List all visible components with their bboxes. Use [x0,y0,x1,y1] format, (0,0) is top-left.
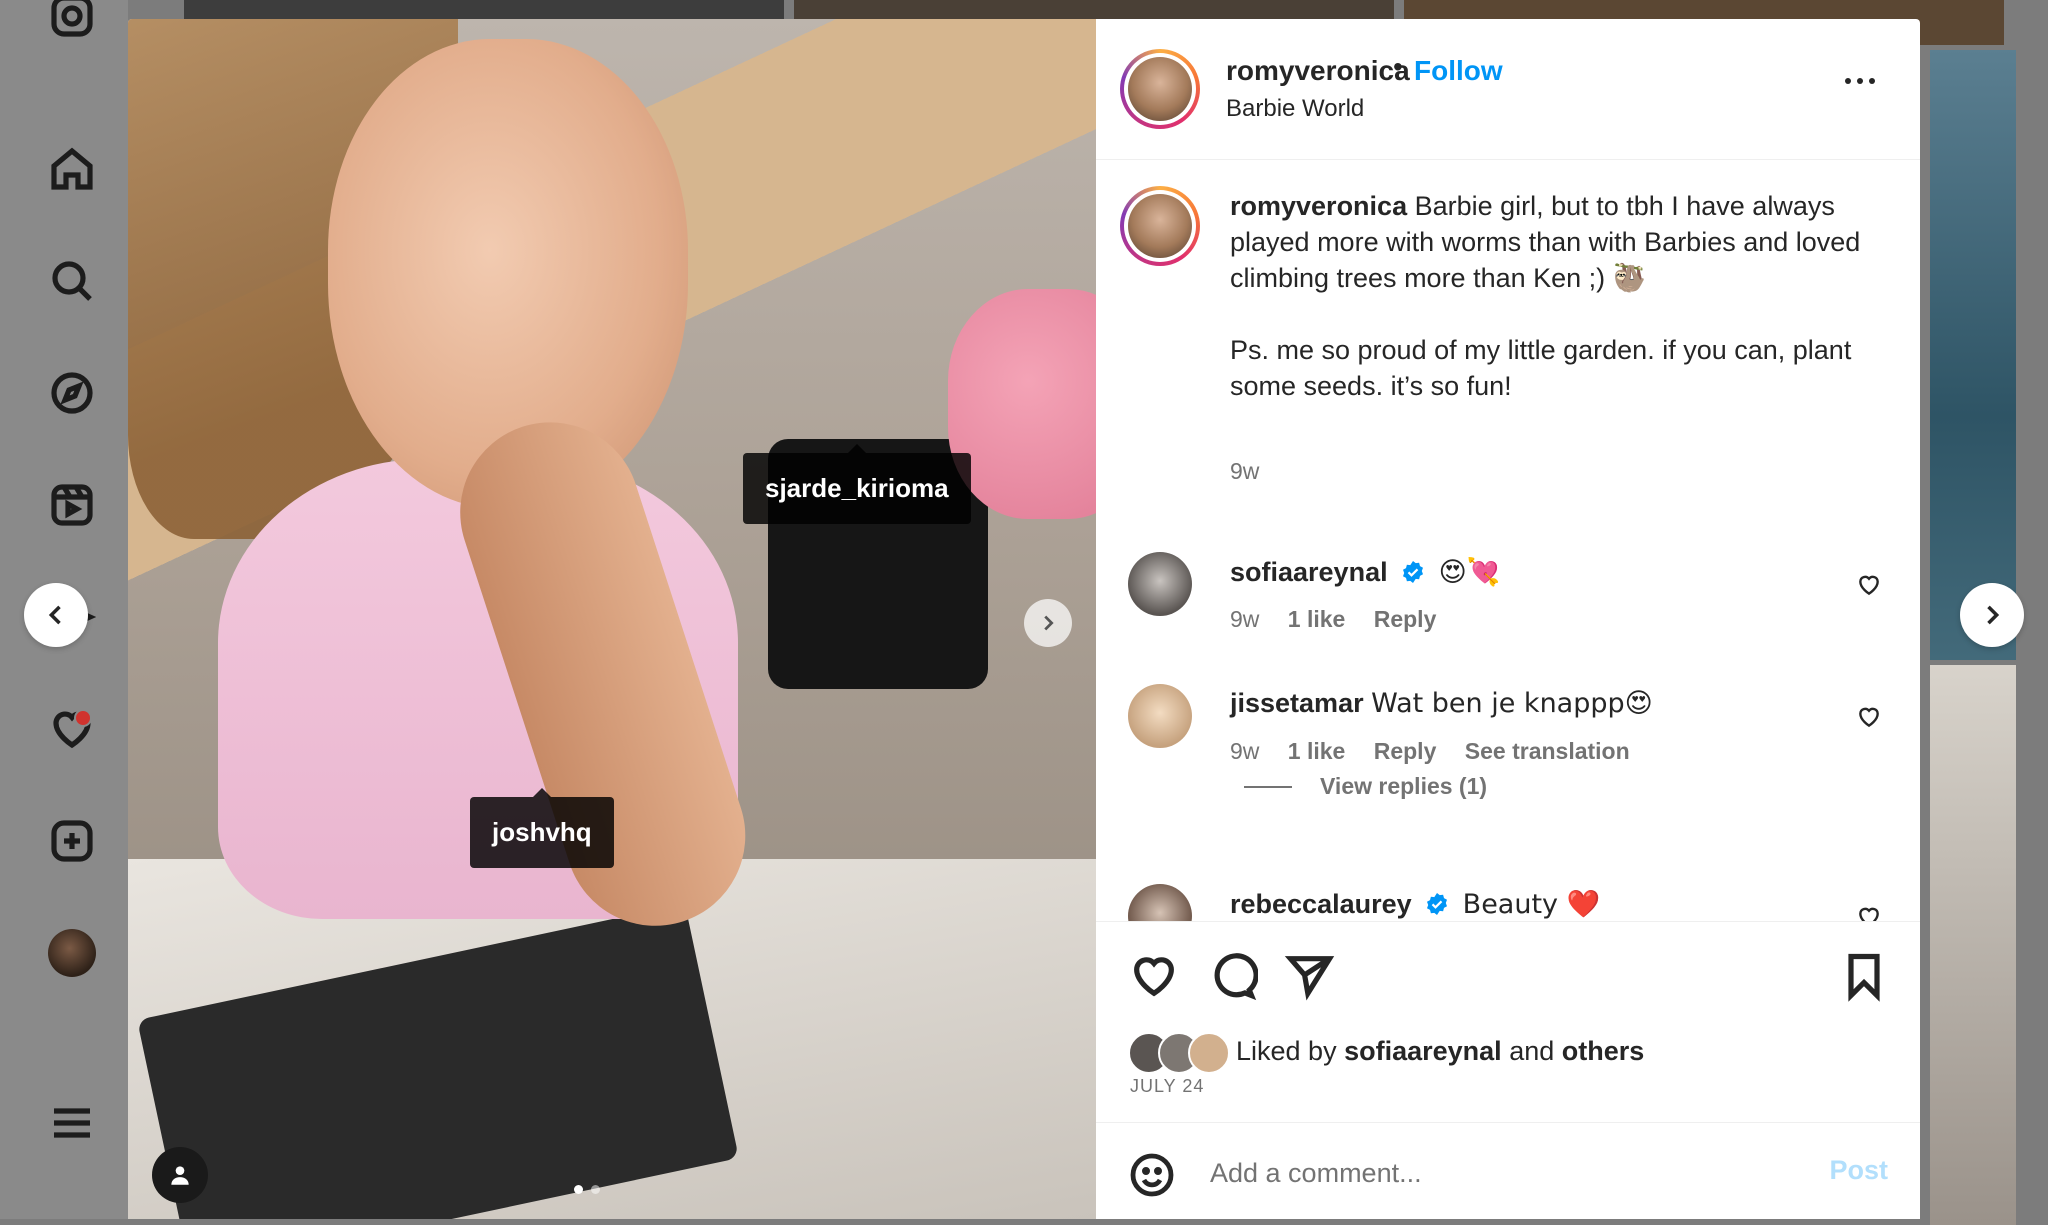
notification-dot [74,709,92,727]
comment-input[interactable] [1208,1147,1772,1199]
next-post-button[interactable] [1960,583,2024,647]
chevron-right-icon [1044,615,1054,631]
home-icon[interactable] [44,141,100,197]
comment-text: Beauty ❤️ [1462,889,1601,920]
comment-like-heart-icon[interactable] [1856,572,1882,598]
liked-by-others[interactable]: others [1562,1036,1645,1066]
comment-avatar[interactable] [1128,684,1192,748]
carousel-dots [574,1185,600,1194]
separator-dot: • [1393,51,1403,82]
post-modal: sjarde_kirioma joshvhq romyveronica • Fo… [128,19,1920,1219]
caption-timestamp[interactable]: 9w [1230,458,1259,485]
post-actions: Liked by sofiaareynal and others JULY 24 [1096,921,1920,1122]
like-heart-icon[interactable] [1128,950,1180,1002]
chevron-left-icon [48,605,61,625]
liked-by-user[interactable]: sofiaareynal [1344,1036,1502,1066]
caption-ps: Ps. me so proud of my little garden. if … [1230,335,1852,401]
emoji-smile-icon[interactable] [1128,1151,1176,1199]
explore-icon[interactable] [44,365,100,421]
previous-post-button[interactable] [24,583,88,647]
author-username[interactable]: romyveronica [1226,55,1410,87]
comment-username[interactable]: jissetamar [1230,688,1364,718]
view-replies-label: View replies (1) [1320,773,1488,799]
reply-button[interactable]: Reply [1374,738,1437,764]
comment-time[interactable]: 9w [1230,738,1259,764]
comment-avatar[interactable] [1128,552,1192,616]
comment-like-heart-icon[interactable] [1856,704,1882,730]
menu-icon[interactable] [44,1095,100,1151]
comment-row: sofiaareynal 😍💘 [1230,556,1500,588]
follow-button[interactable]: Follow [1414,55,1503,87]
reels-icon[interactable] [44,477,100,533]
reply-button[interactable]: Reply [1374,606,1437,632]
post-comment-button[interactable]: Post [1829,1155,1888,1186]
comment-text: Wat ben je knappp😍 [1371,688,1653,719]
comment-avatar[interactable] [1128,884,1192,921]
comment-likes[interactable]: 1 like [1288,738,1346,764]
post-details-panel: romyveronica • Follow Barbie World romyv… [1096,19,1920,1219]
verified-badge-icon [1403,561,1424,583]
caption: romyveronica Barbie girl, but to tbh I h… [1230,188,1870,404]
add-comment-bar: Post [1096,1122,1920,1219]
save-bookmark-icon[interactable] [1838,950,1890,1002]
comment-text: 😍💘 [1438,557,1501,588]
comment-username[interactable]: rebeccalaurey [1230,889,1412,919]
post-image[interactable]: sjarde_kirioma joshvhq [128,19,1096,1219]
user-tag-joshvhq[interactable]: joshvhq [470,788,614,868]
comment-meta: 9w 1 like Reply [1230,606,1458,633]
liked-by-and: and [1509,1036,1555,1066]
author-avatar[interactable] [1120,49,1200,129]
tagged-users-button[interactable] [152,1147,208,1203]
see-translation-button[interactable]: See translation [1465,738,1630,764]
share-send-icon[interactable] [1284,950,1336,1002]
notifications-heart-icon[interactable] [44,701,100,757]
verified-badge-icon [1427,893,1448,915]
more-options-icon[interactable] [1840,69,1880,93]
instagram-icon[interactable] [44,0,100,44]
comment-meta: 9w 1 like Reply See translation [1230,738,1652,765]
search-icon[interactable] [44,253,100,309]
liked-by-text: Liked by sofiaareynal and others [1236,1036,1644,1067]
liked-by-avatars[interactable] [1128,1032,1230,1074]
post-date[interactable]: JULY 24 [1130,1076,1204,1097]
create-icon[interactable] [44,813,100,869]
comments-list[interactable]: romyveronica Barbie girl, but to tbh I h… [1096,160,1920,921]
comment-like-heart-icon[interactable] [1856,904,1882,921]
user-tag-sjarde-kirioma[interactable]: sjarde_kirioma [743,444,971,524]
caption-author-avatar[interactable] [1120,186,1200,266]
chevron-right-icon [1987,605,2000,625]
post-header: romyveronica • Follow Barbie World [1096,19,1920,160]
caption-username[interactable]: romyveronica [1230,191,1407,221]
location-link[interactable]: Barbie World [1226,95,1364,123]
comment-username[interactable]: sofiaareynal [1230,557,1388,587]
comment-row: rebeccalaurey Beauty ❤️ [1230,888,1600,920]
next-image-button[interactable] [1024,599,1072,647]
comment-row: jissetamar Wat ben je knappp😍 [1230,688,1653,719]
liked-by-prefix: Liked by [1236,1036,1337,1066]
profile-avatar[interactable] [44,925,100,981]
comment-bubble-icon[interactable] [1206,950,1259,1002]
view-replies-button[interactable]: View replies (1) [1244,773,1487,800]
comment-time[interactable]: 9w [1230,606,1259,632]
comment-likes[interactable]: 1 like [1288,606,1346,632]
person-icon [171,1166,189,1185]
